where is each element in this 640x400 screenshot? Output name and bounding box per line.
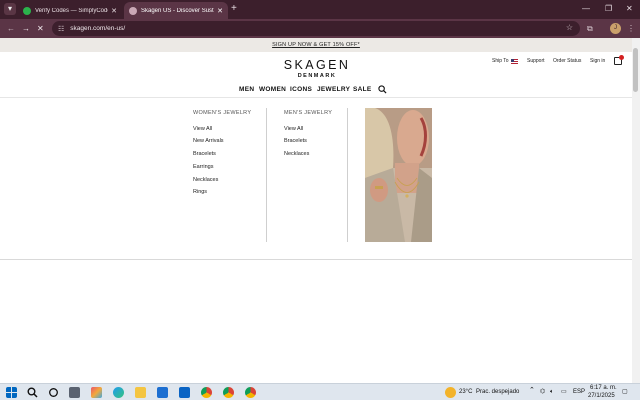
- chrome-icon[interactable]: [201, 387, 212, 398]
- womens-new-arrivals-link[interactable]: New Arrivals: [193, 138, 224, 145]
- column-divider: [266, 108, 267, 242]
- browser-tabstrip: ▾ Verify Codes — SimplyCodes ✕ Skagen US…: [0, 0, 640, 19]
- nav-men[interactable]: MEN: [239, 86, 254, 94]
- widgets-icon[interactable]: [69, 387, 80, 398]
- mens-jewelry-heading: MEN'S JEWELRY: [284, 110, 333, 116]
- clock-time[interactable]: 6:17 a. m.: [590, 384, 617, 392]
- womens-jewelry-heading: WOMEN'S JEWELRY: [193, 110, 252, 116]
- url-text: skagen.com/en-us/: [70, 25, 126, 32]
- network-icon[interactable]: ⌬: [540, 388, 545, 396]
- page-scrollbar-thumb[interactable]: [633, 48, 638, 92]
- logo-subtitle: DENMARK: [297, 73, 337, 79]
- forward-arrow-icon[interactable]: →: [22, 23, 30, 34]
- outlook-icon[interactable]: [179, 387, 190, 398]
- search-icon[interactable]: [378, 85, 387, 94]
- jewelry-model-image[interactable]: [365, 108, 432, 242]
- womens-view-all-link[interactable]: View All: [193, 126, 212, 133]
- chrome-profile-icon[interactable]: [245, 387, 256, 398]
- windows-start-icon[interactable]: [6, 387, 17, 398]
- skagen-logo[interactable]: SKAGEN DENMARK: [282, 59, 352, 80]
- jewelry-mega-menu: [0, 98, 632, 260]
- edge-browser-icon[interactable]: [113, 387, 124, 398]
- profile-avatar[interactable]: J: [610, 23, 621, 34]
- file-explorer-icon[interactable]: [135, 387, 146, 398]
- nav-women[interactable]: WOMEN: [259, 86, 286, 94]
- weather-temp[interactable]: 23°C: [459, 388, 472, 396]
- order-status-link[interactable]: Order Status: [553, 58, 581, 64]
- extensions-icon[interactable]: ⧉: [587, 23, 593, 34]
- promo-banner-link[interactable]: SIGN UP NOW & GET 15% OFF*: [0, 38, 632, 52]
- nav-icons[interactable]: ICONS: [290, 86, 312, 94]
- cart-badge: [619, 55, 624, 60]
- new-tab-button[interactable]: +: [231, 3, 237, 15]
- column-divider: [347, 108, 348, 242]
- microsoft-store-icon[interactable]: [157, 387, 168, 398]
- close-tab-icon[interactable]: ✕: [217, 7, 223, 15]
- weather-condition[interactable]: Prac. despejado: [476, 388, 519, 396]
- search-icon[interactable]: [27, 387, 38, 398]
- close-window-icon[interactable]: ✕: [626, 3, 633, 15]
- volume-icon[interactable]: 🔈︎: [550, 388, 554, 396]
- tab-search-button[interactable]: ▾: [4, 3, 16, 15]
- bookmark-star-icon[interactable]: ☆: [566, 23, 573, 32]
- close-tab-icon[interactable]: ✕: [111, 7, 117, 15]
- womens-earrings-link[interactable]: Earrings: [193, 164, 213, 171]
- logo-brand: SKAGEN: [283, 58, 351, 72]
- minimize-icon[interactable]: —: [582, 3, 590, 15]
- mens-necklaces-link[interactable]: Necklaces: [284, 151, 309, 158]
- clock-date[interactable]: 27/1/2025: [588, 392, 615, 400]
- skagen-favicon-icon: [129, 6, 137, 15]
- site-info-icon[interactable]: ☷: [58, 25, 64, 33]
- back-arrow-icon[interactable]: ←: [7, 23, 15, 34]
- ship-to-link[interactable]: Ship To: [492, 58, 518, 64]
- mens-bracelets-link[interactable]: Bracelets: [284, 138, 307, 145]
- chevron-up-icon[interactable]: ⌃: [529, 387, 535, 395]
- chrome-profile-icon[interactable]: [223, 387, 234, 398]
- womens-necklaces-link[interactable]: Necklaces: [193, 177, 218, 184]
- mens-view-all-link[interactable]: View All: [284, 126, 303, 133]
- sign-in-link[interactable]: Sign in: [590, 58, 605, 64]
- windows-taskbar: 23°C Prac. despejado ⌃ ⌬ 🔈︎ ▭ ESP 6:17 a…: [0, 383, 640, 400]
- task-view-icon[interactable]: [48, 387, 59, 398]
- us-flag-icon: [510, 58, 518, 64]
- ship-to-label: Ship To: [492, 58, 509, 64]
- nav-jewelry[interactable]: JEWELRY: [317, 86, 350, 94]
- browser-menu-icon[interactable]: ⋮: [627, 23, 635, 34]
- support-link[interactable]: Support: [527, 58, 545, 64]
- tab-verify-codes[interactable]: Verify Codes — SimplyCodes ✕: [18, 2, 122, 19]
- stop-loading-icon[interactable]: ✕: [37, 23, 44, 34]
- nav-sale[interactable]: SALE: [353, 86, 372, 94]
- womens-rings-link[interactable]: Rings: [193, 189, 207, 196]
- copilot-icon[interactable]: [91, 387, 102, 398]
- tab-skagen[interactable]: Skagen US - Discover Sustainal ✕: [124, 2, 228, 19]
- battery-icon[interactable]: ▭: [561, 388, 567, 396]
- tab-title: Verify Codes — SimplyCodes: [35, 7, 109, 14]
- notifications-icon[interactable]: ▢: [622, 388, 628, 396]
- site-header: SKAGEN DENMARK Ship To Support Order Sta…: [0, 52, 632, 98]
- restore-icon[interactable]: ❐: [605, 3, 612, 15]
- womens-bracelets-link[interactable]: Bracelets: [193, 151, 216, 158]
- weather-sun-icon[interactable]: [445, 387, 456, 398]
- simplycodes-favicon-icon: [23, 6, 31, 15]
- browser-toolbar: ← → ✕ ☷ skagen.com/en-us/ ☆ ⧉ J ⋮: [0, 19, 640, 38]
- language-indicator[interactable]: ESP: [573, 388, 585, 396]
- address-bar[interactable]: ☷ skagen.com/en-us/ ☆: [52, 21, 580, 36]
- tab-title: Skagen US - Discover Sustainal: [141, 7, 214, 14]
